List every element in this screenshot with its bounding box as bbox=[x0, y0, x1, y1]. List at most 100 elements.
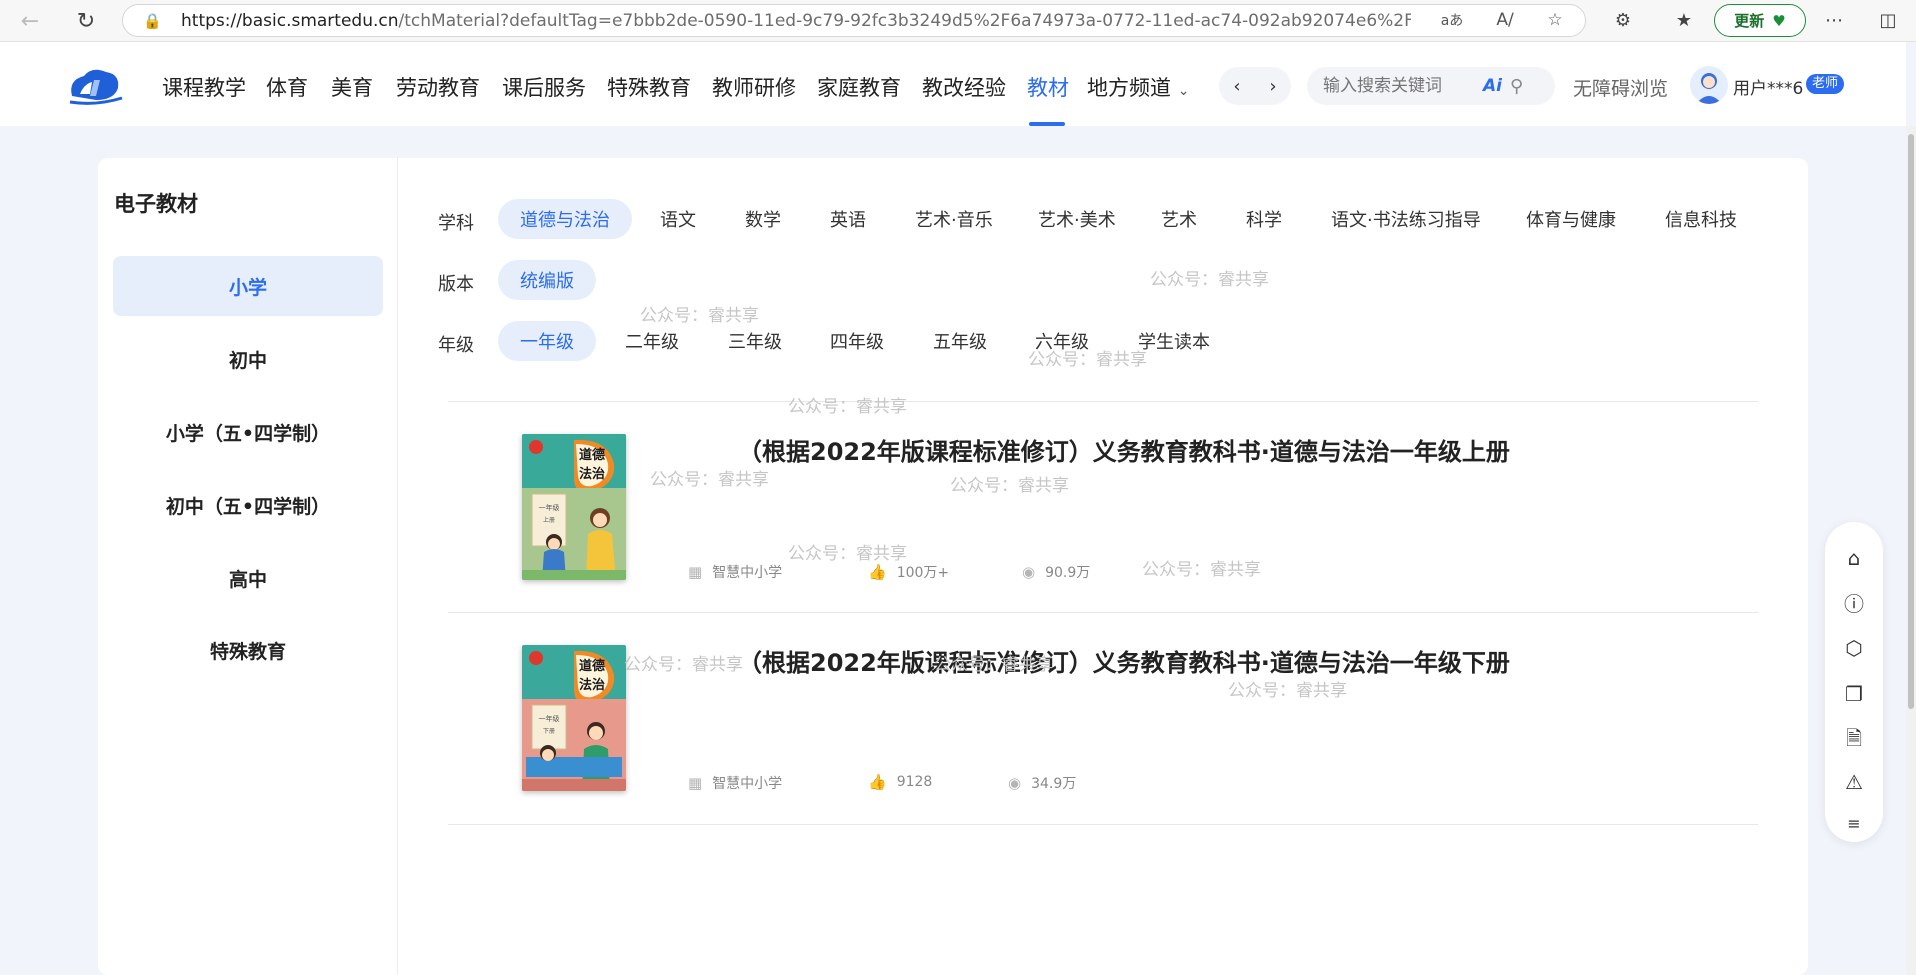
book-list-item[interactable]: 道德 法治 一年级 下册 （根据2022年版课程标准修订）义务教育教科书·道德与… bbox=[448, 613, 1758, 823]
accessibility-link[interactable]: 无障碍浏览 bbox=[1573, 74, 1668, 101]
health-heart-icon: ♥ bbox=[1772, 11, 1786, 30]
list-collapse-icon[interactable]: ≡ bbox=[1842, 812, 1866, 836]
book-likes: 👍 100万+ bbox=[868, 562, 949, 582]
grade-chip-5[interactable]: 五年级 bbox=[911, 321, 1009, 361]
thumbs-up-icon: 👍 bbox=[868, 773, 887, 791]
subject-chip-math[interactable]: 数学 bbox=[723, 199, 803, 239]
book-cover-image[interactable]: 道德 法治 一年级 下册 bbox=[522, 645, 626, 791]
book-list-item[interactable]: 道德 法治 一年级 上册 （根据2022年版课程标准修订）义务教育教科书·道德与… bbox=[448, 402, 1758, 612]
subject-chip-art[interactable]: 艺术 bbox=[1139, 199, 1219, 239]
subject-chip-english[interactable]: 英语 bbox=[808, 199, 888, 239]
book-views: ◉ 90.9万 bbox=[1022, 562, 1090, 582]
sidebar-item-junior-54[interactable]: 初中（五•四学制） bbox=[113, 475, 383, 535]
building-icon: ▦ bbox=[688, 774, 703, 792]
sidebar: 电子教材 小学 初中 小学（五•四学制） 初中（五•四学制） 高中 特殊教育 bbox=[98, 158, 398, 975]
publisher-name: 智慧中小学 bbox=[712, 565, 783, 581]
url-host: https://basic.smartedu.cn bbox=[181, 10, 399, 31]
favorites-icon[interactable]: ★ bbox=[1672, 10, 1696, 32]
nav-local-channel-label: 地方频道 bbox=[1087, 76, 1171, 100]
nav-aesthetics[interactable]: 美育 bbox=[331, 72, 373, 102]
book-cover-image[interactable]: 道德 法治 一年级 上册 bbox=[522, 434, 626, 580]
url-path: /tchMaterial?defaultTag=e7bbb2de-0590-11… bbox=[398, 10, 1411, 31]
subject-chip-art-music[interactable]: 艺术·音乐 bbox=[893, 199, 1015, 239]
nav-special-education[interactable]: 特殊教育 bbox=[607, 72, 691, 102]
page-scrollbar[interactable] bbox=[1906, 126, 1916, 975]
feedback-icon[interactable]: ⚠ bbox=[1842, 770, 1866, 794]
grade-chip-3[interactable]: 三年级 bbox=[706, 321, 804, 361]
sidebar-toggle-icon[interactable]: ◫ bbox=[1876, 10, 1900, 32]
nav-after-school[interactable]: 课后服务 bbox=[502, 72, 586, 102]
subject-chip-pe-health[interactable]: 体育与健康 bbox=[1504, 199, 1638, 239]
document-icon[interactable]: 🗎 bbox=[1842, 726, 1866, 750]
update-label: 更新 bbox=[1734, 12, 1765, 30]
subject-chip-it[interactable]: 信息科技 bbox=[1643, 199, 1759, 239]
extensions-icon[interactable]: ⚙ bbox=[1611, 10, 1635, 32]
copy-icon[interactable]: ❐ bbox=[1842, 682, 1866, 706]
nav-sports[interactable]: 体育 bbox=[266, 72, 308, 102]
sidebar-item-senior[interactable]: 高中 bbox=[113, 548, 383, 608]
book-publisher: ▦ 智慧中小学 bbox=[688, 562, 782, 582]
thumbs-up-icon: 👍 bbox=[868, 563, 887, 581]
sidebar-item-primary[interactable]: 小学 bbox=[113, 256, 383, 316]
more-menu-icon[interactable]: ⋯ bbox=[1822, 10, 1846, 32]
grade-filter-label: 年级 bbox=[438, 335, 474, 356]
chevron-down-icon: ⌄ bbox=[1177, 83, 1190, 99]
book-title[interactable]: （根据2022年版课程标准修订）义务教育教科书·道德与法治一年级下册 bbox=[738, 643, 1510, 678]
list-divider bbox=[448, 824, 1758, 825]
chevron-left-icon[interactable]: ‹ bbox=[1233, 76, 1240, 97]
update-button[interactable]: 更新 ♥ bbox=[1714, 4, 1806, 37]
sidebar-item-primary-54[interactable]: 小学（五•四学制） bbox=[113, 402, 383, 462]
grade-chip-6[interactable]: 六年级 bbox=[1013, 321, 1111, 361]
nav-scroll-arrows: ‹ › bbox=[1219, 67, 1291, 105]
search-box: Ai ⚲ bbox=[1307, 67, 1555, 105]
floating-tool-rail: ⌂ ⓘ ⬡ ❐ 🗎 ⚠ ≡ bbox=[1825, 522, 1883, 842]
url-text: https://basic.smartedu.cn/tchMaterial?de… bbox=[181, 11, 1411, 31]
nav-family-education[interactable]: 家庭教育 bbox=[817, 72, 901, 102]
book-title[interactable]: （根据2022年版课程标准修订）义务教育教科书·道德与法治一年级上册 bbox=[738, 432, 1510, 467]
subject-chip-art-fine[interactable]: 艺术·美术 bbox=[1016, 199, 1138, 239]
subject-chip-chinese[interactable]: 语文 bbox=[638, 199, 718, 239]
subject-chip-calligraphy[interactable]: 语文·书法练习指导 bbox=[1309, 199, 1503, 239]
nav-textbooks[interactable]: 教材 bbox=[1027, 72, 1069, 102]
edition-chip-unified[interactable]: 统编版 bbox=[498, 260, 596, 300]
cover-grade-label: 一年级 bbox=[539, 714, 560, 723]
likes-count: 100万+ bbox=[896, 565, 950, 581]
refresh-icon[interactable]: ↻ bbox=[66, 1, 106, 41]
chevron-right-icon[interactable]: › bbox=[1269, 76, 1276, 97]
favorite-star-icon[interactable]: ☆ bbox=[1543, 10, 1567, 32]
building-icon: ▦ bbox=[688, 563, 703, 581]
back-icon[interactable]: ← bbox=[10, 1, 50, 41]
search-input[interactable] bbox=[1323, 76, 1483, 96]
username[interactable]: 用户***6 bbox=[1733, 74, 1803, 99]
watermark: 公众号：睿共享 bbox=[1150, 270, 1269, 290]
cube-icon[interactable]: ⬡ bbox=[1842, 636, 1866, 660]
textbook-panel: 电子教材 小学 初中 小学（五•四学制） 初中（五•四学制） 高中 特殊教育 学… bbox=[98, 158, 1808, 975]
publisher-name: 智慧中小学 bbox=[712, 776, 783, 792]
nav-local-channel[interactable]: 地方频道 ⌄ bbox=[1087, 72, 1189, 102]
sidebar-item-junior[interactable]: 初中 bbox=[113, 329, 383, 389]
nav-course-teaching[interactable]: 课程教学 bbox=[162, 72, 246, 102]
views-count: 90.9万 bbox=[1045, 565, 1091, 581]
nav-teacher-training[interactable]: 教师研修 bbox=[712, 72, 796, 102]
search-icon[interactable]: ⚲ bbox=[1510, 76, 1523, 97]
home-icon[interactable]: ⌂ bbox=[1842, 546, 1866, 570]
grade-chip-4[interactable]: 四年级 bbox=[808, 321, 906, 361]
grade-chip-student-reader[interactable]: 学生读本 bbox=[1116, 321, 1232, 361]
ai-search-icon[interactable]: Ai bbox=[1483, 76, 1502, 96]
book-likes: 👍 9128 bbox=[868, 773, 932, 791]
smartedu-logo[interactable] bbox=[66, 66, 124, 106]
sidebar-item-special[interactable]: 特殊教育 bbox=[113, 620, 383, 680]
avatar[interactable] bbox=[1690, 66, 1728, 104]
subject-chip-science[interactable]: 科学 bbox=[1224, 199, 1304, 239]
nav-labor-education[interactable]: 劳动教育 bbox=[396, 72, 480, 102]
nav-reform-experience[interactable]: 教改经验 bbox=[922, 72, 1006, 102]
translate-icon[interactable]: aあ bbox=[1440, 10, 1464, 32]
read-aloud-icon[interactable]: A∕ bbox=[1493, 10, 1517, 32]
help-icon[interactable]: ⓘ bbox=[1842, 592, 1866, 616]
grade-chip-2[interactable]: 二年级 bbox=[603, 321, 701, 361]
scrollbar-thumb[interactable] bbox=[1908, 134, 1914, 709]
subject-chip-morality-law[interactable]: 道德与法治 bbox=[498, 199, 632, 239]
address-bar[interactable]: 🔒 https://basic.smartedu.cn/tchMaterial?… bbox=[122, 4, 1586, 37]
subject-filter-label: 学科 bbox=[438, 213, 474, 234]
grade-chip-1[interactable]: 一年级 bbox=[498, 321, 596, 361]
